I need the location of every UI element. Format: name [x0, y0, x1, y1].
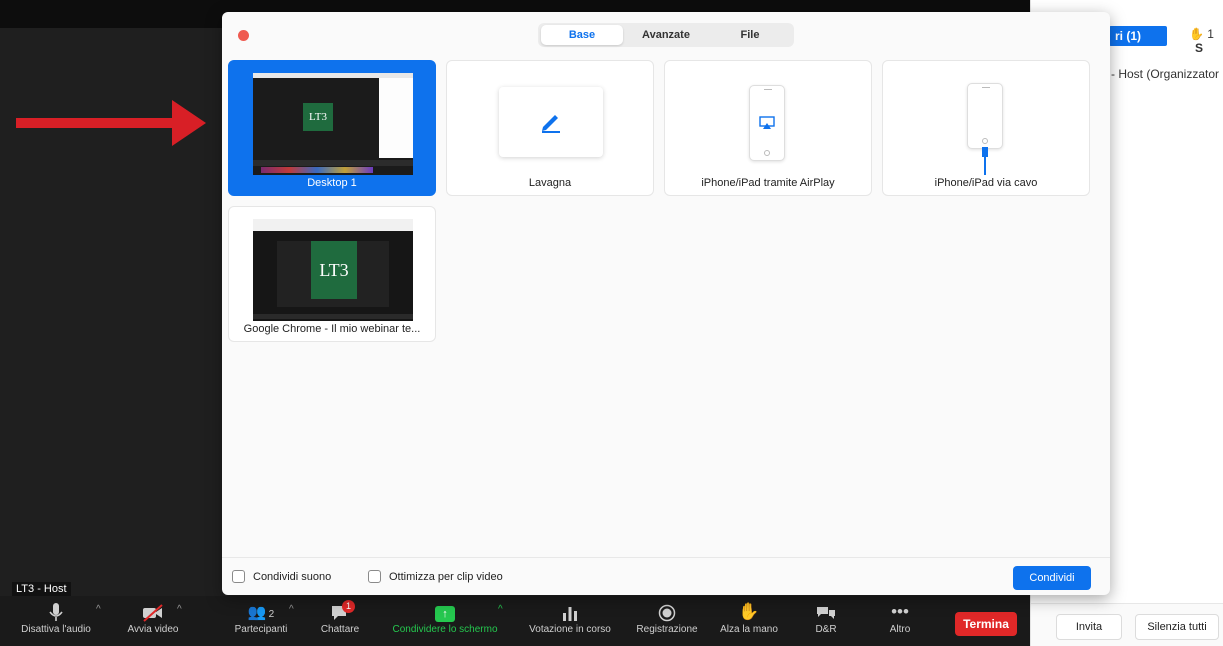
share-screen-button[interactable]: ↑ Condividere lo schermo	[380, 600, 510, 644]
iphone-preview	[749, 85, 785, 161]
more-button[interactable]: ••• Altro	[872, 600, 928, 644]
tab-avanzate[interactable]: Avanzate	[625, 25, 707, 45]
mute-audio-button[interactable]: Disattiva l'audio	[6, 600, 106, 644]
meeting-toolbar: Disattiva l'audio ^ Avvia video ^ 👥 2 Par…	[0, 596, 1030, 646]
more-icon: •••	[891, 602, 909, 621]
participants-label: Partecipanti	[234, 624, 288, 635]
share-sound-label: Condividi suono	[253, 571, 332, 583]
share-option-chrome-window[interactable]: LT3 Google Chrome - Il mio webinar te...	[228, 206, 436, 342]
share-option-desktop[interactable]: LT3 Desktop 1	[228, 60, 436, 196]
share-screen-dialog: Base Avanzate File LT3 Desktop 1 Lavagna	[222, 12, 1110, 595]
lt3-logo: LT3	[311, 241, 357, 299]
share-screen-icon: ↑	[380, 600, 510, 624]
mute-all-button[interactable]: Silenzia tutti	[1135, 614, 1219, 640]
participants-count: 2	[268, 609, 275, 620]
share-screen-label: Condividere lo schermo	[392, 624, 498, 635]
checkbox-icon	[232, 570, 245, 583]
share-option-airplay[interactable]: iPhone/iPad tramite AirPlay	[664, 60, 872, 196]
iphone-cable-preview	[967, 83, 1003, 149]
record-button[interactable]: Registrazione	[628, 600, 706, 644]
polling-label: Votazione in corso	[529, 624, 611, 635]
whiteboard-caption: Lavagna	[528, 177, 572, 189]
participants-chevron-icon[interactable]: ^	[289, 604, 294, 615]
dialog-footer: Condividi suono Ottimizza per clip video…	[222, 557, 1110, 595]
desktop-caption: Desktop 1	[307, 177, 357, 189]
red-arrow	[16, 100, 206, 146]
microphone-icon	[6, 600, 106, 624]
share-sound-checkbox[interactable]: Condividi suono	[232, 570, 331, 583]
mute-audio-label: Disattiva l'audio	[21, 624, 91, 635]
video-options-chevron-icon[interactable]: ^	[177, 604, 182, 615]
s-label: S	[1195, 41, 1204, 55]
audio-options-chevron-icon[interactable]: ^	[96, 604, 101, 615]
share-button[interactable]: Condividi	[1013, 566, 1091, 590]
participant-row-host[interactable]: - Host (Organizzator	[1111, 67, 1219, 81]
close-dot-icon[interactable]	[238, 30, 249, 41]
cable-icon	[982, 147, 988, 175]
qa-label: D&R	[815, 624, 837, 635]
tab-base[interactable]: Base	[541, 25, 623, 45]
lt3-logo: LT3	[303, 103, 333, 131]
share-options-chevron-icon[interactable]: ^	[498, 604, 503, 615]
chat-badge: 1	[342, 600, 355, 613]
record-label: Registrazione	[636, 624, 698, 635]
qa-icon	[798, 600, 854, 624]
checkbox-icon	[368, 570, 381, 583]
bar-chart-icon	[520, 600, 620, 624]
airplay-caption: iPhone/iPad tramite AirPlay	[701, 177, 835, 189]
chat-label: Chattare	[320, 624, 360, 635]
chrome-thumbnail: LT3	[253, 219, 413, 321]
participants-panel-footer: Invita Silenzia tutti	[1031, 603, 1223, 646]
whiteboard-preview	[499, 87, 603, 157]
pencil-icon	[542, 115, 560, 133]
chat-icon: 1	[312, 600, 368, 624]
raise-hand-button[interactable]: ✋ Alza la mano	[712, 600, 786, 644]
chat-button[interactable]: 1 Chattare	[312, 600, 368, 644]
share-option-whiteboard[interactable]: Lavagna	[446, 60, 654, 196]
share-tabs: Base Avanzate File	[538, 23, 794, 47]
end-meeting-button[interactable]: Termina	[955, 612, 1017, 636]
invite-button[interactable]: Invita	[1056, 614, 1122, 640]
hand-count-value: 1	[1207, 27, 1214, 41]
record-icon	[628, 600, 706, 624]
participants-tab[interactable]: ri (1)	[1109, 26, 1167, 46]
start-video-label: Avvia video	[127, 624, 179, 635]
participants-icon: 👥 2	[247, 604, 275, 621]
tab-file[interactable]: File	[709, 25, 791, 45]
more-label: Altro	[889, 624, 911, 635]
raised-hands-count: ✋ 1 S	[1189, 27, 1223, 55]
optimize-video-clip-checkbox[interactable]: Ottimizza per clip video	[368, 570, 503, 583]
polling-button[interactable]: Votazione in corso	[520, 600, 620, 644]
share-option-cable[interactable]: iPhone/iPad via cavo	[882, 60, 1090, 196]
hand-icon: ✋	[1189, 27, 1204, 41]
participants-button[interactable]: 👥 2 Partecipanti	[224, 600, 298, 644]
airplay-icon	[759, 116, 775, 129]
cable-caption: iPhone/iPad via cavo	[934, 177, 1038, 189]
raise-hand-icon: ✋	[738, 602, 760, 621]
chrome-caption: Google Chrome - Il mio webinar te...	[243, 323, 421, 335]
desktop-thumbnail: LT3	[253, 73, 413, 175]
optimize-clip-label: Ottimizza per clip video	[389, 571, 503, 583]
qa-button[interactable]: D&R	[798, 600, 854, 644]
raise-hand-label: Alza la mano	[720, 624, 778, 635]
